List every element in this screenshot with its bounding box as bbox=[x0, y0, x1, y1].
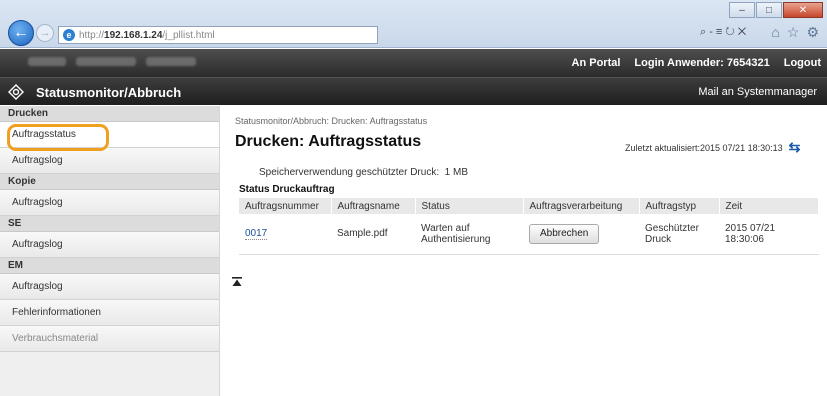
job-type: Geschützter Druck bbox=[639, 214, 719, 255]
address-prefix: http:// bbox=[79, 29, 105, 41]
app-title: Statusmonitor/Abbruch bbox=[36, 85, 182, 100]
col-auftragsnummer: Auftragsnummer bbox=[239, 198, 332, 214]
device-topbar: An Portal Login Anwender: 7654321 Logout bbox=[0, 49, 827, 77]
sidebar-item-kopie-auftragslog[interactable]: Auftragslog bbox=[0, 190, 219, 216]
window-controls: – □ ✕ bbox=[729, 2, 823, 18]
cancel-job-button[interactable]: Abbrechen bbox=[529, 223, 600, 244]
close-window-button[interactable]: ✕ bbox=[783, 2, 823, 18]
sidebar-category-se: SE bbox=[0, 216, 219, 232]
address-host: 192.168.1.24 bbox=[104, 29, 163, 41]
minimize-button[interactable]: – bbox=[729, 2, 755, 18]
sidebar-category-em: EM bbox=[0, 258, 219, 274]
col-zeit: Zeit bbox=[719, 198, 819, 214]
page-title: Drucken: Auftragsstatus bbox=[235, 133, 422, 150]
col-auftragstyp: Auftragstyp bbox=[639, 198, 720, 214]
job-number-link[interactable]: 0017 bbox=[245, 228, 268, 241]
sidebar-item-se-auftragslog[interactable]: Auftragslog bbox=[0, 232, 219, 258]
app-header: Statusmonitor/Abbruch Mail an Systemmana… bbox=[0, 77, 827, 105]
address-path: /j_pllist.html bbox=[162, 29, 215, 41]
scroll-to-top-icon[interactable] bbox=[231, 276, 243, 288]
login-user-info: Login Anwender: 7654321 bbox=[634, 57, 770, 69]
table-row: 0017 Sample.pdf Warten auf Authentisierun… bbox=[239, 214, 819, 255]
favorites-star-icon[interactable]: ☆ bbox=[787, 24, 800, 41]
sidebar-item-em-auftragslog[interactable]: Auftragslog bbox=[0, 274, 219, 300]
sidebar-item-fehlerinformationen[interactable]: Fehlerinformationen bbox=[0, 300, 219, 326]
last-updated-text: Zuletzt aktualisiert:2015 07/21 18:30:13 bbox=[625, 142, 783, 153]
col-status: Status bbox=[415, 198, 524, 214]
forward-arrow-icon[interactable]: → bbox=[36, 24, 54, 42]
last-updated: Zuletzt aktualisiert:2015 07/21 18:30:13… bbox=[625, 139, 800, 156]
main-content: Statusmonitor/Abbruch: Drucken: Auftrags… bbox=[221, 106, 827, 396]
address-tools[interactable]: ⌕ - ≡ ↻ ✕ bbox=[700, 26, 746, 39]
breadcrumb: Statusmonitor/Abbruch: Drucken: Auftrags… bbox=[235, 116, 428, 126]
col-auftragsname: Auftragsname bbox=[331, 198, 416, 214]
sidebar-category-kopie: Kopie bbox=[0, 174, 219, 190]
browser-chrome: – □ ✕ ← → e http://192.168.1.24/j_pllist… bbox=[0, 0, 827, 48]
refresh-icon[interactable]: ⇆ bbox=[789, 139, 801, 156]
portal-link[interactable]: An Portal bbox=[572, 57, 621, 69]
print-job-table: Auftragsnummer Auftragsname Status Auftr… bbox=[239, 198, 819, 255]
mail-systemmanager-link[interactable]: Mail an Systemmanager bbox=[698, 86, 817, 98]
browser-page-icon: e bbox=[63, 29, 75, 41]
maximize-button[interactable]: □ bbox=[756, 2, 782, 18]
sidebar-category-drucken: Drucken bbox=[0, 106, 219, 122]
status-monitor-icon bbox=[8, 84, 24, 100]
top-links: An Portal Login Anwender: 7654321 Logout bbox=[572, 57, 821, 69]
section-title: Status Druckauftrag bbox=[239, 184, 335, 195]
address-bar[interactable]: e http://192.168.1.24/j_pllist.html bbox=[58, 26, 378, 44]
sidebar-item-verbrauchsmaterial[interactable]: Verbrauchsmaterial bbox=[0, 326, 219, 352]
col-auftragsverarbeitung: Auftragsverarbeitung bbox=[523, 198, 640, 214]
sidebar-item-drucken-auftragsstatus[interactable]: Auftragsstatus bbox=[0, 122, 219, 148]
sidebar-item-drucken-auftragslog[interactable]: Auftragslog bbox=[0, 148, 219, 174]
logout-link[interactable]: Logout bbox=[784, 57, 821, 69]
job-status: Warten auf Authentisierung bbox=[415, 214, 523, 255]
storage-usage: Speicherverwendung geschützter Druck: 1 … bbox=[259, 167, 468, 178]
browser-toolbar-icons: ⌂ ☆ ⚙ bbox=[771, 24, 819, 41]
settings-gear-icon[interactable]: ⚙ bbox=[806, 24, 819, 41]
table-header-row: Auftragsnummer Auftragsname Status Auftr… bbox=[239, 198, 819, 214]
job-time: 2015 07/21 18:30:06 bbox=[719, 214, 819, 255]
job-name: Sample.pdf bbox=[331, 214, 415, 255]
sidebar: Drucken Auftragsstatus Auftragslog Kopie… bbox=[0, 106, 220, 396]
home-icon[interactable]: ⌂ bbox=[771, 24, 779, 41]
device-info-blurred bbox=[28, 57, 196, 66]
back-arrow-icon[interactable]: ← bbox=[8, 20, 34, 46]
